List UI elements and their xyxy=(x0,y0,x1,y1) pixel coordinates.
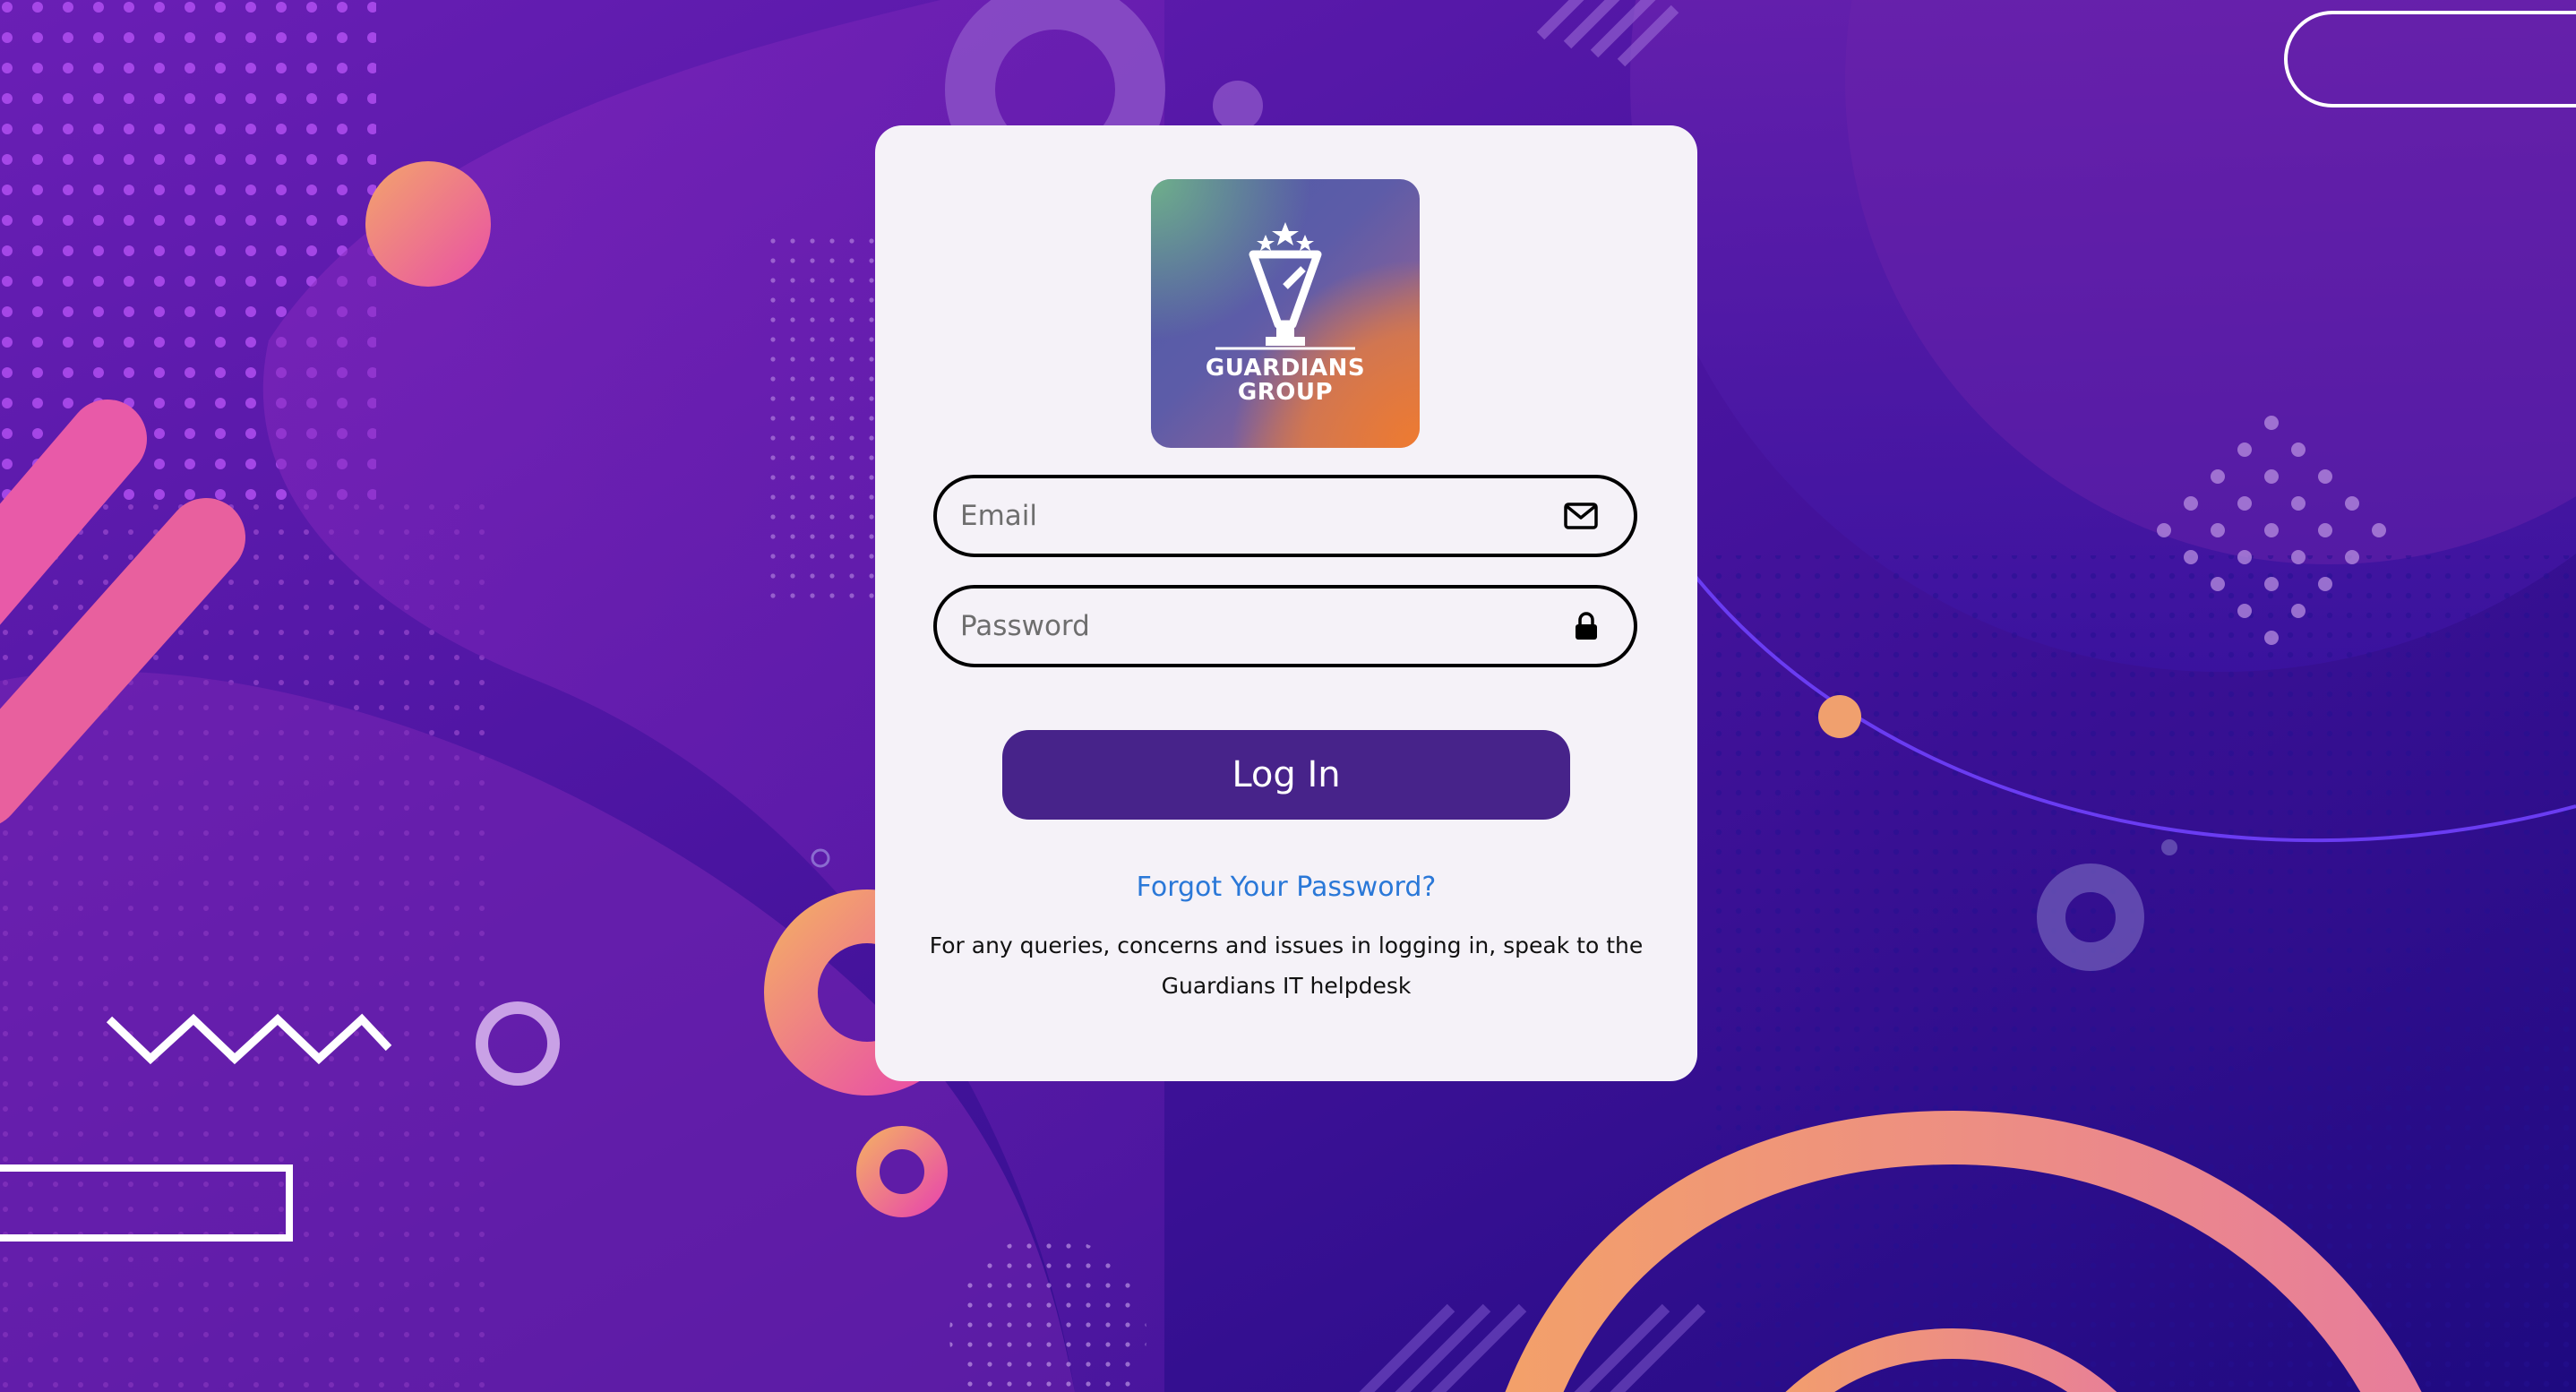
password-field[interactable] xyxy=(933,585,1637,667)
lock-icon xyxy=(1575,612,1598,640)
email-field[interactable] xyxy=(933,475,1637,557)
logo-text-line1: GUARDIANS xyxy=(1205,355,1366,382)
email-input[interactable] xyxy=(960,489,1533,543)
forgot-password-link[interactable]: Forgot Your Password? xyxy=(875,872,1697,903)
helpdesk-info-text: For any queries, concerns and issues in … xyxy=(929,932,1644,999)
password-input[interactable] xyxy=(960,599,1533,653)
trophy-logo-icon xyxy=(1151,179,1420,448)
login-button[interactable]: Log In xyxy=(1002,730,1570,820)
logo-text-line2: GROUP xyxy=(1237,379,1334,406)
guardians-group-logo: GUARDIANS GROUP xyxy=(1151,179,1420,448)
login-card: GUARDIANS GROUP Log In Forgot Your Passw… xyxy=(875,125,1697,1081)
envelope-icon xyxy=(1564,503,1598,529)
